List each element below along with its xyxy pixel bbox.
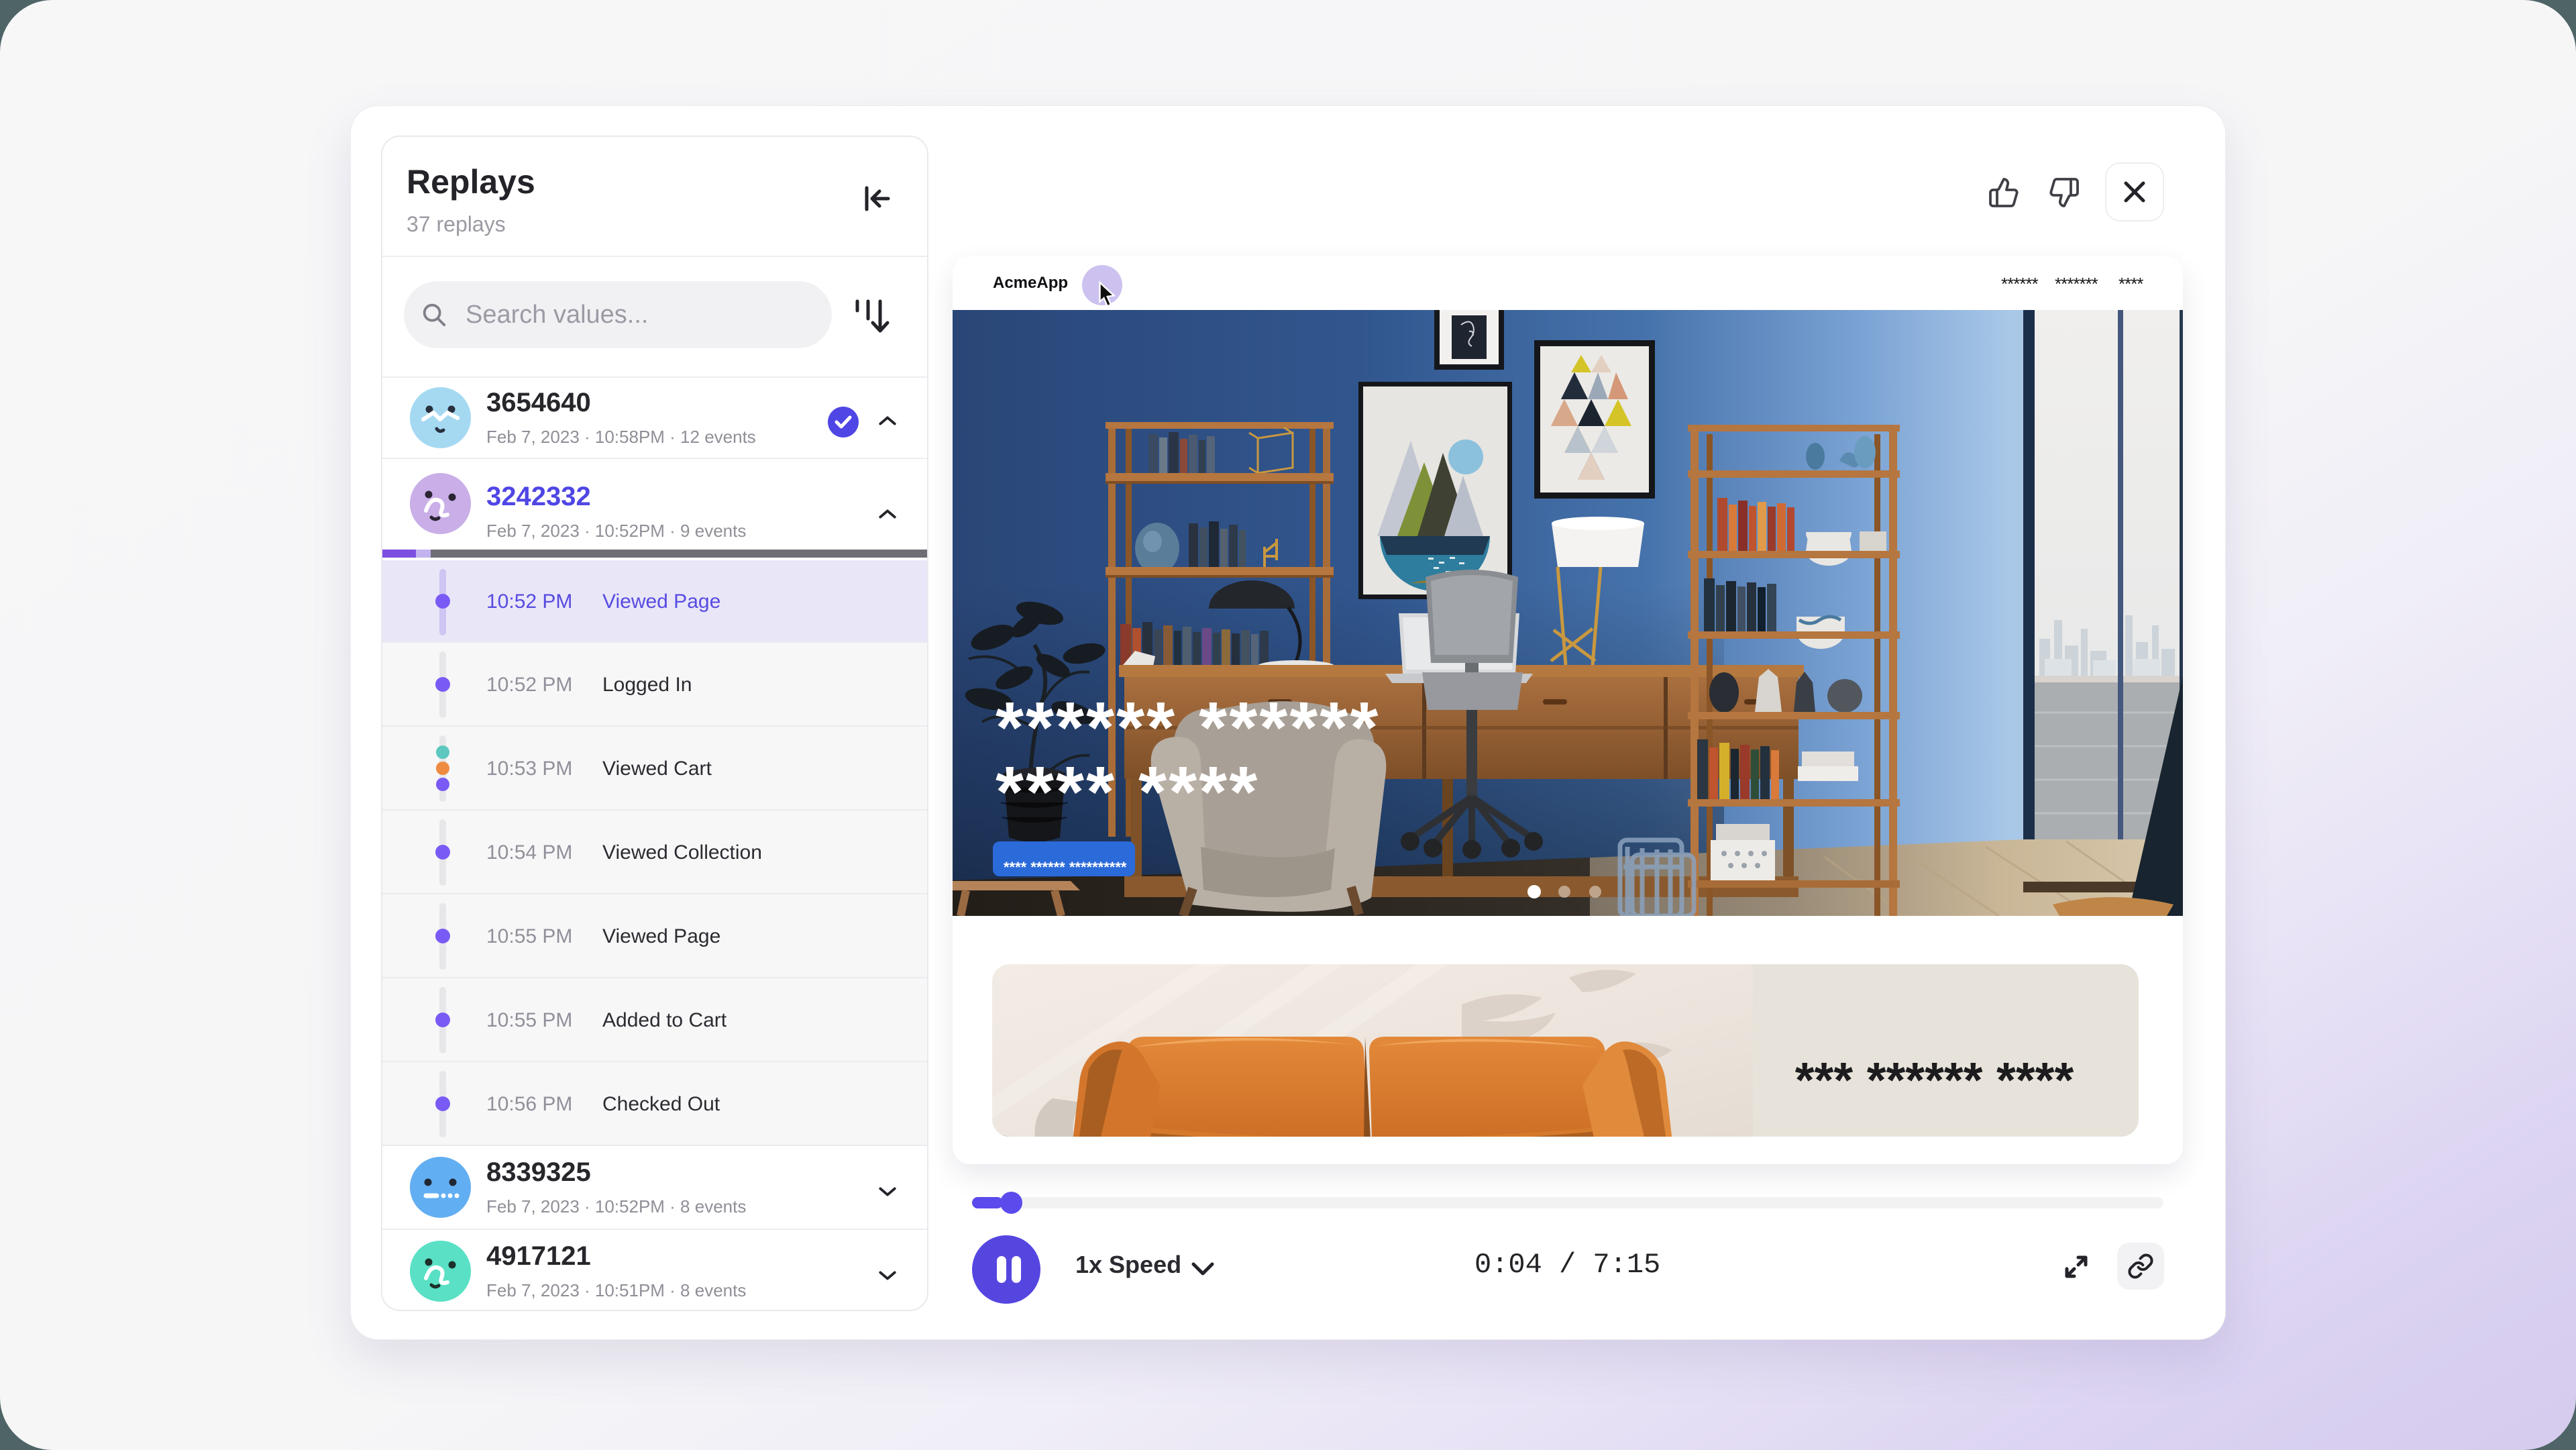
- svg-text:**** ****: **** ****: [996, 751, 1259, 832]
- svg-text:**** ****** **********: **** ****** **********: [1004, 859, 1127, 876]
